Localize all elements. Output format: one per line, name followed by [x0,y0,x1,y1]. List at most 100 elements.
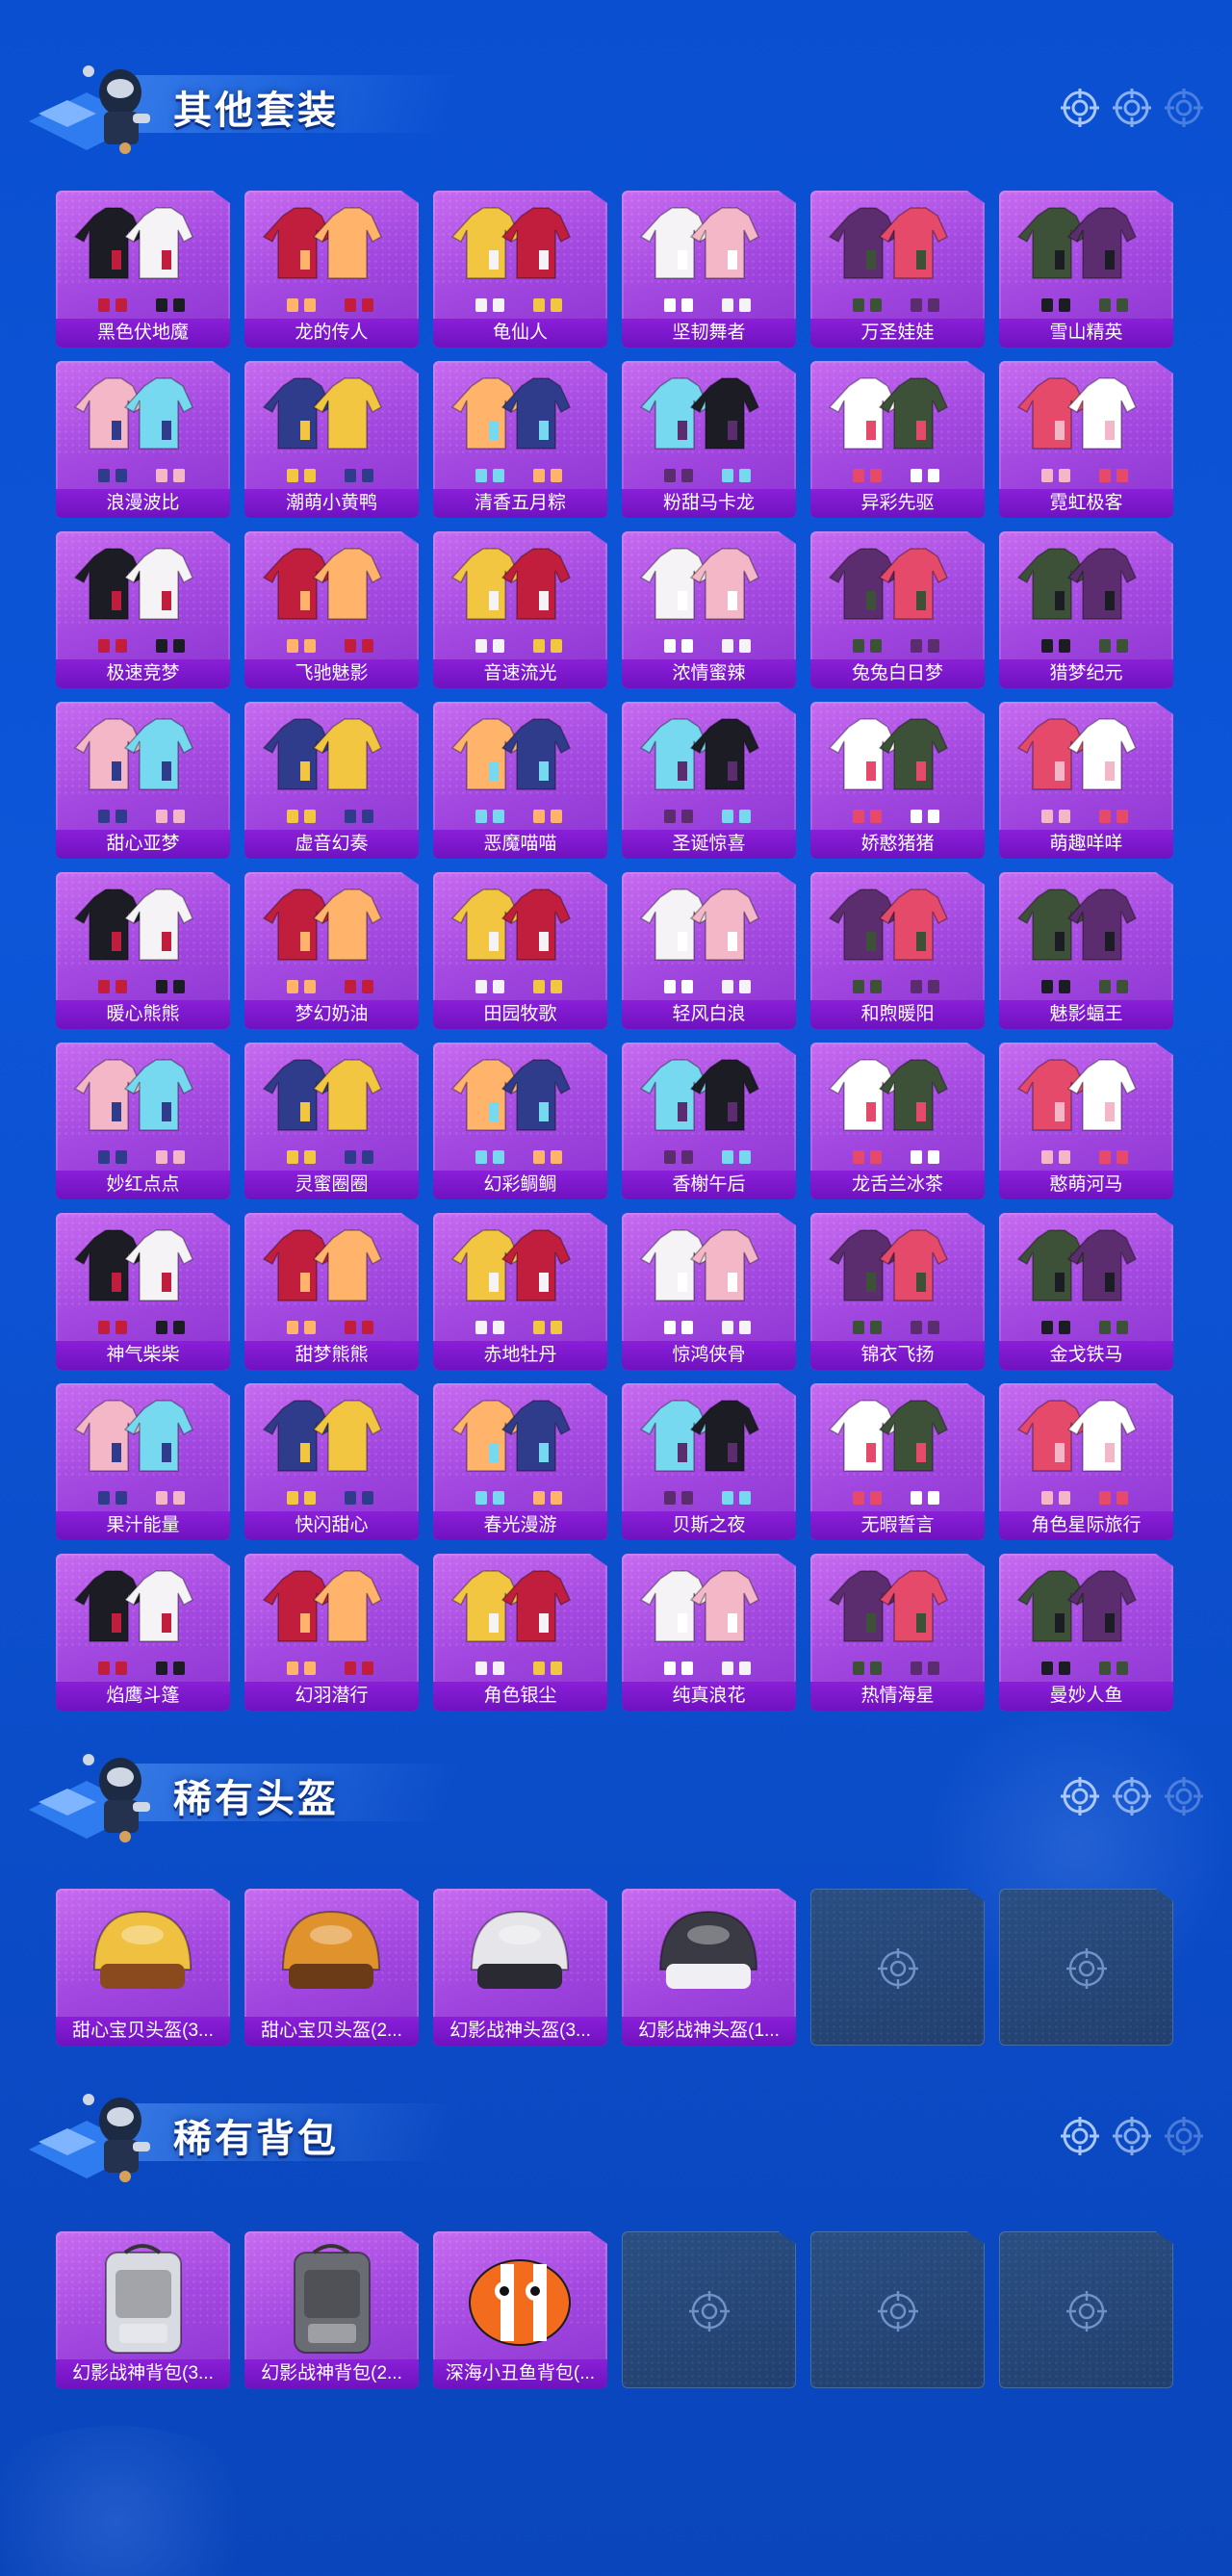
empty-item-slot [999,2231,1173,2388]
item-card[interactable]: 浪漫波比 [56,361,230,518]
item-card[interactable]: 恶魔喵喵 [433,702,607,859]
item-card[interactable]: 深海小丑鱼背包(... [433,2231,607,2388]
item-card[interactable]: 龙的传人 [244,191,419,348]
outfit-preview-icon [450,718,571,823]
item-card[interactable]: 黑色伏地魔 [56,191,230,348]
item-card[interactable]: 锦衣飞扬 [810,1213,985,1370]
item-name: 圣诞惊喜 [622,830,796,859]
item-card[interactable]: 曼妙人鱼 [999,1554,1173,1711]
item-name: 坚韧舞者 [622,319,796,348]
mascot-figure-icon [29,1754,150,1842]
item-name: 幻影战神背包(2... [244,2359,419,2388]
target-icon [1113,1777,1151,1816]
item-card[interactable]: 赤地牡丹 [433,1213,607,1370]
item-card[interactable]: 和煦暖阳 [810,872,985,1029]
item-card[interactable]: 幻羽潜行 [244,1554,419,1711]
item-card[interactable]: 潮萌小黄鸭 [244,361,419,518]
empty-item-slot [622,2231,796,2388]
item-card[interactable]: 快闪甜心 [244,1383,419,1540]
section-header: 稀有头盔 [29,1742,1203,1848]
item-card[interactable]: 清香五月粽 [433,361,607,518]
item-card[interactable]: 纯真浪花 [622,1554,796,1711]
outfit-preview-icon [639,207,759,312]
item-card[interactable]: 坚韧舞者 [622,191,796,348]
item-card[interactable]: 飞驰魅影 [244,531,419,688]
item-name: 甜心宝贝头盔(3... [56,2017,230,2046]
item-card[interactable]: 甜心宝贝头盔(2... [244,1889,419,2046]
item-name: 妙红点点 [56,1171,230,1199]
item-card[interactable]: 浓情蜜辣 [622,531,796,688]
item-card[interactable]: 神气柴柴 [56,1213,230,1370]
section-header: 其他套装 [29,54,1203,160]
item-card[interactable]: 甜梦熊熊 [244,1213,419,1370]
item-card[interactable]: 轻风白浪 [622,872,796,1029]
item-card[interactable]: 幻影战神头盔(3... [433,1889,607,2046]
item-card[interactable]: 兔兔白日梦 [810,531,985,688]
item-card[interactable]: 焰鹰斗篷 [56,1554,230,1711]
item-name: 梦幻奶油 [244,1000,419,1029]
item-card[interactable]: 贝斯之夜 [622,1383,796,1540]
section-header: 稀有背包 [29,2082,1203,2188]
item-name: 春光漫游 [433,1511,607,1540]
outfit-preview-icon [73,207,193,312]
item-card[interactable]: 角色银尘 [433,1554,607,1711]
empty-slot-target-icon [1066,1948,1107,1989]
item-card[interactable]: 妙红点点 [56,1043,230,1199]
item-card[interactable]: 甜心宝贝头盔(3... [56,1889,230,2046]
item-card[interactable]: 娇憨猪猪 [810,702,985,859]
item-card[interactable]: 圣诞惊喜 [622,702,796,859]
outfit-preview-icon [450,1229,571,1334]
item-name: 幻影战神背包(3... [56,2359,230,2388]
item-card[interactable]: 幻影战神背包(2... [244,2231,419,2388]
item-card[interactable]: 甜心亚梦 [56,702,230,859]
section-title: 稀有背包 [173,2118,339,2160]
header-target-icons [1061,1777,1203,1816]
item-card[interactable]: 憨萌河马 [999,1043,1173,1199]
item-card[interactable]: 异彩先驱 [810,361,985,518]
item-card[interactable]: 田园牧歌 [433,872,607,1029]
item-card[interactable]: 极速竞梦 [56,531,230,688]
item-name: 浪漫波比 [56,489,230,518]
item-name: 焰鹰斗篷 [56,1682,230,1711]
item-card[interactable]: 龙舌兰冰茶 [810,1043,985,1199]
item-card[interactable]: 粉甜马卡龙 [622,361,796,518]
item-card[interactable]: 幻彩鲷鲷 [433,1043,607,1199]
empty-slot-target-icon [689,2291,730,2331]
item-card[interactable]: 万圣娃娃 [810,191,985,348]
item-card[interactable]: 梦幻奶油 [244,872,419,1029]
background-glow [0,2426,270,2576]
item-card[interactable]: 幻影战神头盔(1... [622,1889,796,2046]
item-card[interactable]: 虚音幻奏 [244,702,419,859]
item-grid: 幻影战神背包(3... 幻影战神背包(2... 深海小丑鱼背包(... [56,2231,1173,2388]
item-name: 兔兔白日梦 [810,659,985,688]
item-card[interactable]: 萌趣咩咩 [999,702,1173,859]
item-card[interactable]: 热情海星 [810,1554,985,1711]
item-card[interactable]: 猎梦纪元 [999,531,1173,688]
outfit-preview-icon [828,548,948,653]
mascot-figure-icon [29,65,150,154]
backpack-preview-icon [469,2259,571,2346]
item-name: 果汁能量 [56,1511,230,1540]
outfit-preview-icon [262,377,382,482]
item-card[interactable]: 惊鸿侠骨 [622,1213,796,1370]
item-card[interactable]: 魅影蝠王 [999,872,1173,1029]
item-name: 灵蜜圈圈 [244,1171,419,1199]
item-card[interactable]: 暖心熊熊 [56,872,230,1029]
item-card[interactable]: 灵蜜圈圈 [244,1043,419,1199]
outfit-preview-icon [1016,377,1137,482]
item-card[interactable]: 霓虹极客 [999,361,1173,518]
item-card[interactable]: 金戈铁马 [999,1213,1173,1370]
item-card[interactable]: 音速流光 [433,531,607,688]
item-card[interactable]: 香榭午后 [622,1043,796,1199]
item-card[interactable]: 幻影战神背包(3... [56,2231,230,2388]
item-name: 龙舌兰冰茶 [810,1171,985,1199]
item-card[interactable]: 春光漫游 [433,1383,607,1540]
outfit-preview-icon [73,718,193,823]
item-card[interactable]: 龟仙人 [433,191,607,348]
item-card[interactable]: 无暇誓言 [810,1383,985,1540]
item-card[interactable]: 雪山精英 [999,191,1173,348]
item-name: 魅影蝠王 [999,1000,1173,1029]
item-name: 潮萌小黄鸭 [244,489,419,518]
item-card[interactable]: 角色星际旅行 [999,1383,1173,1540]
item-card[interactable]: 果汁能量 [56,1383,230,1540]
